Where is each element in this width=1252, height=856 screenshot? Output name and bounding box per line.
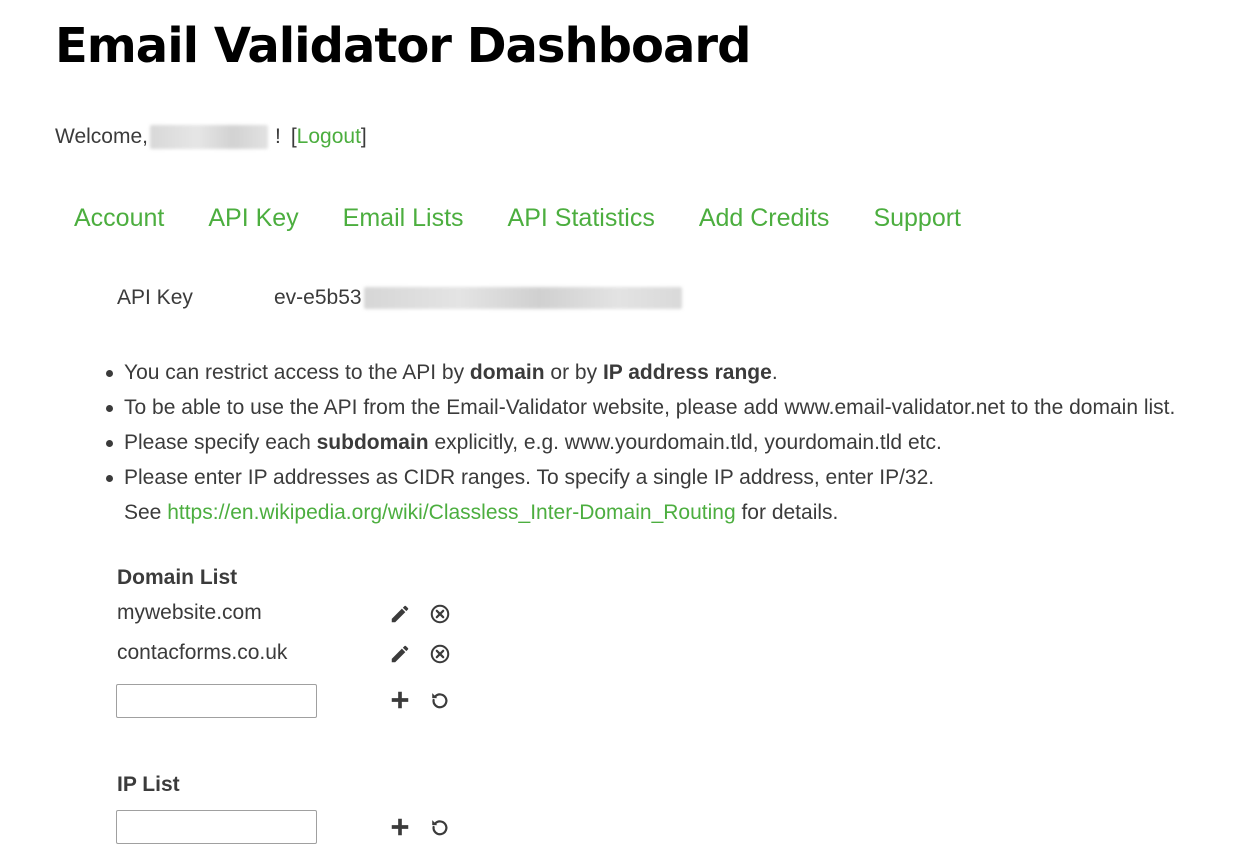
info-bold-ip-range: IP address range	[602, 361, 772, 384]
nav-email-lists[interactable]: Email Lists	[343, 204, 464, 233]
plus-icon[interactable]	[388, 815, 412, 839]
pencil-icon[interactable]	[388, 602, 412, 626]
circle-x-icon[interactable]	[428, 602, 452, 626]
redacted-username	[149, 125, 268, 149]
dashboard-page: Email Validator Dashboard Welcome, ! [ L…	[0, 0, 1252, 856]
ip-input[interactable]	[116, 810, 317, 844]
nav-account[interactable]: Account	[74, 204, 164, 233]
ip-list-title: IP List	[117, 773, 180, 796]
welcome-prefix: Welcome,	[55, 125, 148, 148]
undo-icon[interactable]	[428, 815, 452, 839]
info-text: You can restrict access to the API by	[124, 361, 470, 384]
domain-list-title: Domain List	[117, 566, 238, 589]
info-text: .	[771, 361, 778, 384]
bracket-close: ]	[360, 125, 367, 148]
pencil-icon[interactable]	[388, 642, 412, 666]
info-item-cidr-see: See https://en.wikipedia.org/wiki/Classl…	[105, 495, 1175, 530]
logout-link[interactable]: Logout	[297, 125, 361, 149]
circle-x-icon[interactable]	[428, 642, 452, 666]
welcome-line: Welcome, ! [ Logout ]	[55, 125, 367, 149]
domain-list-item: contacforms.co.uk	[117, 641, 288, 664]
info-bold-domain: domain	[469, 361, 545, 384]
info-list: You can restrict access to the API by do…	[105, 355, 1175, 530]
plus-icon[interactable]	[388, 688, 412, 712]
welcome-suffix: !	[274, 125, 281, 148]
undo-icon[interactable]	[428, 688, 452, 712]
info-bold-subdomain: subdomain	[316, 431, 429, 454]
info-text: explicitly, e.g. www.yourdomain.tld, you…	[428, 431, 942, 454]
info-text: for details.	[735, 501, 839, 524]
info-item-subdomain: Please specify each subdomain explicitly…	[105, 425, 1175, 460]
info-text: See	[124, 501, 168, 524]
nav-api-statistics[interactable]: API Statistics	[508, 204, 655, 233]
info-text: Please specify each	[124, 431, 317, 454]
info-item-restrict: You can restrict access to the API by do…	[105, 355, 1175, 390]
info-text: or by	[544, 361, 603, 384]
info-item-website: To be able to use the API from the Email…	[105, 390, 1175, 425]
api-key-row: API Key ev-e5b53	[117, 286, 682, 310]
redacted-api-key	[363, 287, 682, 309]
nav-add-credits[interactable]: Add Credits	[699, 204, 830, 233]
domain-list-item: mywebsite.com	[117, 601, 262, 624]
wikipedia-cidr-link[interactable]: https://en.wikipedia.org/wiki/Classless_…	[167, 501, 735, 524]
nav-api-key[interactable]: API Key	[208, 204, 298, 233]
page-title: Email Validator Dashboard	[55, 18, 751, 74]
main-nav: Account API Key Email Lists API Statisti…	[74, 204, 1005, 233]
info-item-cidr: Please enter IP addresses as CIDR ranges…	[105, 460, 1175, 495]
api-key-value: ev-e5b53	[274, 286, 362, 309]
api-key-label: API Key	[117, 286, 193, 309]
nav-support[interactable]: Support	[873, 204, 961, 233]
domain-input[interactable]	[116, 684, 317, 718]
